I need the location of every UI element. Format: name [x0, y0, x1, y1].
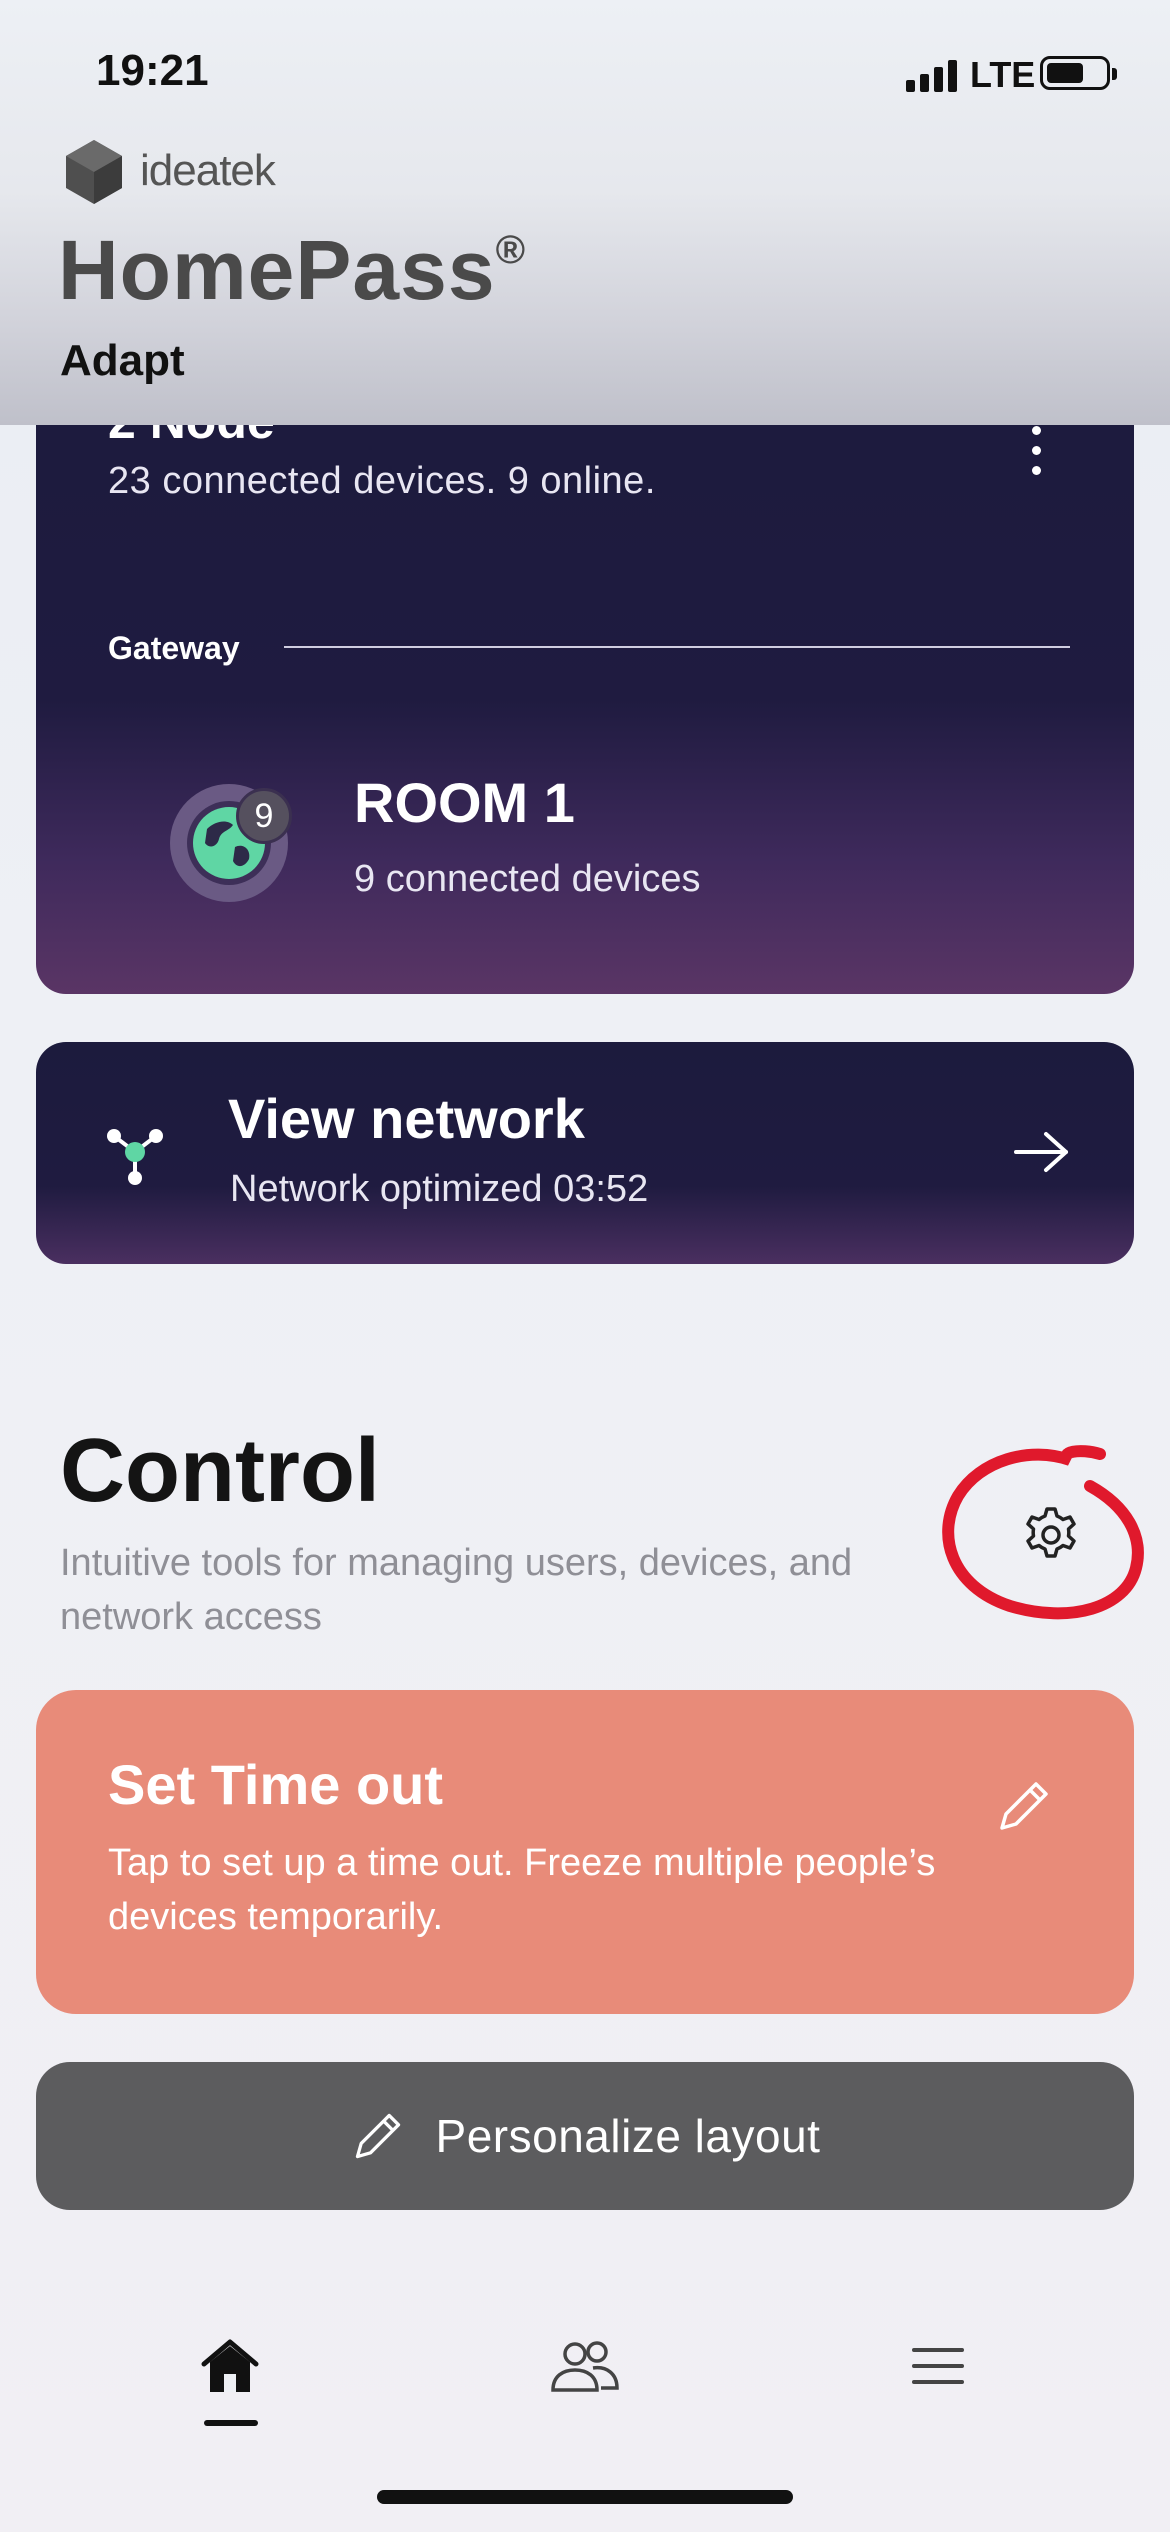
app-header: 19:21 LTE ideatek HomePass® Adapt: [0, 0, 1170, 425]
ideatek-logo-icon: [66, 140, 122, 204]
personalize-layout-label: Personalize layout: [435, 2110, 821, 2162]
network-optimized-status: Network optimized 03:52: [230, 1168, 649, 1210]
menu-icon: [912, 2348, 964, 2384]
room-device-badge: 9: [236, 788, 292, 844]
gateway-divider: [284, 646, 1070, 648]
tab-home[interactable]: [190, 2326, 270, 2406]
home-indicator[interactable]: [377, 2490, 793, 2504]
pencil-icon: [355, 2113, 400, 2159]
control-section-title: Control: [60, 1421, 380, 1521]
set-timeout-title: Set Time out: [108, 1753, 444, 1816]
view-network-title: View network: [228, 1087, 585, 1150]
view-network-card[interactable]: View network Network optimized 03:52: [36, 1042, 1134, 1264]
device-summary: 23 connected devices. 9 online.: [108, 460, 656, 502]
set-timeout-card[interactable]: Set Time out Tap to set up a time out. F…: [36, 1690, 1134, 2014]
app-subtitle: Adapt: [60, 336, 185, 385]
gear-icon: [1026, 1507, 1076, 1558]
pencil-icon[interactable]: [994, 1776, 1054, 1836]
people-icon: [551, 2341, 619, 2392]
control-settings-button[interactable]: [1016, 1500, 1086, 1570]
tab-menu[interactable]: [898, 2326, 978, 2406]
network-summary-card[interactable]: 2 Node 23 connected devices. 9 online. G…: [36, 340, 1134, 994]
app-title: HomePass®: [58, 222, 526, 319]
active-tab-indicator: [204, 2420, 258, 2426]
personalize-layout-button[interactable]: Personalize layout: [36, 2062, 1134, 2210]
gateway-label: Gateway: [108, 630, 240, 666]
set-timeout-description: Tap to set up a time out. Freeze multipl…: [108, 1842, 936, 1938]
control-section-description: Intuitive tools for managing users, devi…: [60, 1542, 853, 1638]
room-name[interactable]: ROOM 1: [354, 770, 575, 835]
room-device-count: 9 connected devices: [354, 858, 701, 900]
battery-icon: [1040, 56, 1117, 90]
arrow-right-icon[interactable]: [1012, 1130, 1072, 1174]
carrier-label: LTE: [970, 54, 1036, 95]
more-options-icon[interactable]: [1024, 420, 1048, 480]
home-icon: [201, 2339, 259, 2392]
brand-name: ideatek: [140, 146, 276, 195]
tab-people[interactable]: [545, 2326, 625, 2406]
status-time: 19:21: [96, 46, 209, 95]
network-topology-icon: [107, 1129, 163, 1185]
registered-mark: ®: [495, 228, 527, 272]
app-title-text: HomePass: [58, 223, 496, 317]
cell-signal-icon: [906, 54, 962, 92]
